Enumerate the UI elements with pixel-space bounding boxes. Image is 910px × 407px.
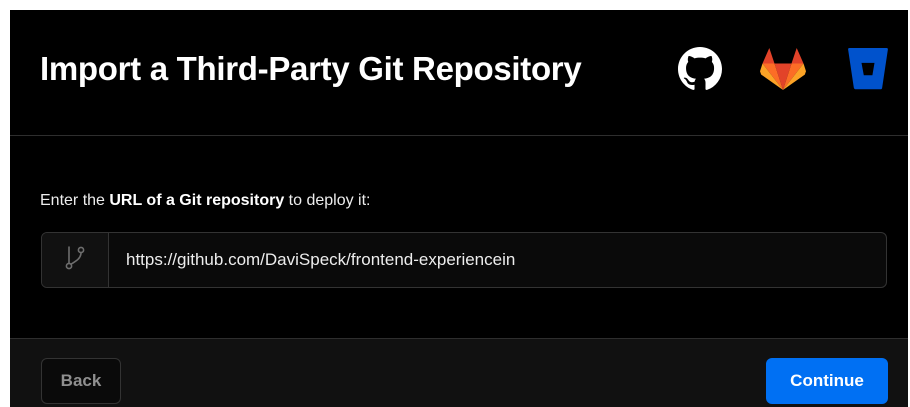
- repository-url-input[interactable]: [109, 233, 879, 287]
- url-instruction: Enter the URL of a Git repository to dep…: [40, 192, 371, 210]
- bitbucket-icon[interactable]: [848, 48, 888, 95]
- instruction-bold: URL of a Git repository: [109, 192, 285, 209]
- github-icon[interactable]: [678, 47, 722, 96]
- dialog-footer: Back Continue: [10, 338, 908, 407]
- instruction-suffix: to deploy it:: [284, 192, 371, 209]
- git-branch-icon: [64, 245, 86, 276]
- back-button[interactable]: Back: [41, 358, 121, 404]
- dialog-header: Import a Third-Party Git Repository: [10, 10, 908, 136]
- import-repository-dialog: Import a Third-Party Git Repository Ente…: [10, 10, 908, 407]
- dialog-body: Enter the URL of a Git repository to dep…: [10, 136, 908, 338]
- continue-button[interactable]: Continue: [766, 358, 888, 404]
- gitlab-icon[interactable]: [760, 48, 806, 95]
- url-prefix: [42, 233, 109, 287]
- repository-url-field[interactable]: [41, 232, 887, 288]
- dialog-title: Import a Third-Party Git Repository: [40, 50, 582, 87]
- instruction-prefix: Enter the: [40, 192, 110, 209]
